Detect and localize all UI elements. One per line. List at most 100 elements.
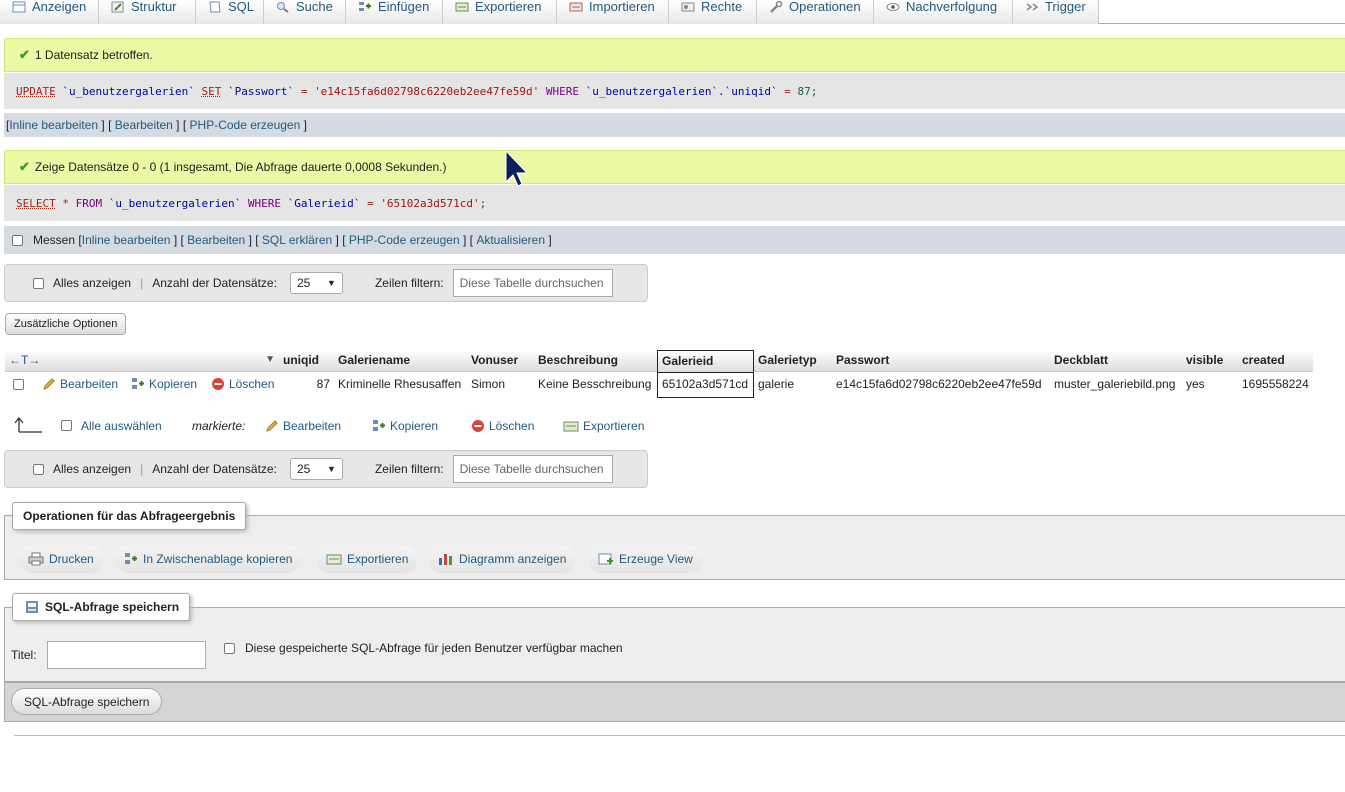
chevron-down-icon: ▼ [327, 464, 336, 474]
column-header[interactable]: Galerietyp [754, 350, 832, 372]
show-all-checkbox[interactable] [33, 277, 44, 289]
save-bookmark-button[interactable]: SQL-Abfrage speichern [11, 688, 163, 715]
tab-sql[interactable]: SQL [196, 0, 264, 24]
bulk-export-button[interactable]: Exportieren [563, 419, 644, 433]
insert-icon [359, 2, 371, 11]
column-header[interactable]: Galeriename [334, 350, 467, 372]
sql-string: '65102a3d571cd' [380, 196, 480, 210]
sql-keyword[interactable]: UPDATE [16, 85, 56, 98]
select-all-checkbox[interactable] [61, 420, 72, 431]
success-message: ✔ Zeige Datensätze 0 - 0 (1 insgesamt, D… [4, 150, 1345, 184]
tab-operations[interactable]: Operationen [757, 0, 874, 24]
rows-per-page-select[interactable]: 25 ▼ [289, 272, 343, 294]
php-code-link[interactable]: PHP-Code erzeugen [190, 118, 301, 132]
show-all-checkbox[interactable] [33, 463, 44, 475]
inline-edit-link[interactable]: Inline bearbeiten [9, 118, 98, 132]
sql-operator: * [62, 196, 69, 210]
mouse-cursor-icon [505, 150, 529, 187]
extra-options-button[interactable]: Zusätzliche Optionen [5, 313, 127, 335]
chart-icon [439, 554, 452, 565]
tab-structure[interactable]: Struktur [99, 0, 196, 24]
bookmark-title-input[interactable] [47, 641, 206, 669]
tab-privileges[interactable]: Rechte [669, 0, 757, 24]
arrow-ltr-icon [14, 416, 42, 433]
edit-link[interactable]: Bearbeiten [187, 233, 245, 247]
bookmark-share-checkbox[interactable] [224, 643, 235, 654]
column-header[interactable]: Galerieid [657, 350, 754, 372]
cell-passwort[interactable]: e14c15fa6d02798c6220eb2ee47fe59d [836, 377, 1042, 391]
cell-galerieid[interactable]: 65102a3d571cd [657, 372, 754, 398]
pencil-icon [266, 420, 278, 432]
tab-browse[interactable]: Anzeigen [0, 0, 99, 24]
cell-created[interactable]: 1695558224 [1242, 377, 1309, 391]
chevron-down-icon: ▼ [327, 278, 336, 288]
column-header[interactable]: created [1238, 350, 1313, 372]
sql-keyword[interactable]: SET [201, 85, 221, 98]
column-arrows[interactable]: ←T→ ▼ [5, 350, 279, 372]
display-chart-button[interactable]: Diagramm anzeigen [428, 545, 577, 573]
cell-galerietyp[interactable]: galerie [758, 377, 794, 391]
bulk-copy-button[interactable]: Kopieren [372, 419, 438, 433]
column-header[interactable]: uniqid [279, 350, 334, 372]
bulk-delete-button[interactable]: Löschen [471, 419, 534, 433]
tab-insert[interactable]: Einfügen [346, 0, 443, 24]
sql-operator: = [300, 84, 308, 98]
tab-search[interactable]: Suche [264, 0, 346, 24]
measure-checkbox[interactable] [12, 234, 23, 246]
edit-link[interactable]: Bearbeiten [115, 118, 173, 132]
query-operations-legend: Operationen für das Abfrageergebnis [12, 502, 247, 530]
tab-import[interactable]: Importieren [557, 0, 669, 24]
cell-visible[interactable]: yes [1186, 377, 1205, 391]
checkmark-icon: ✔ [19, 159, 30, 174]
tab-trigger[interactable]: Trigger [1013, 0, 1099, 24]
row-checkbox[interactable] [13, 379, 24, 390]
cell-deckblatt[interactable]: muster_galeriebild.png [1054, 377, 1175, 391]
explain-sql-link[interactable]: SQL erklären [262, 233, 332, 247]
copy-icon [132, 378, 144, 389]
inline-edit-link[interactable]: Inline bearbeiten [82, 233, 171, 247]
select-all-label[interactable]: Alle auswählen [81, 419, 162, 433]
cell-vonuser[interactable]: Simon [471, 377, 505, 391]
bookmark-title-label: Titel: [11, 648, 37, 662]
column-header[interactable]: visible [1182, 350, 1238, 372]
sql-query-display: UPDATE `u_benutzergalerien` SET `Passwor… [4, 73, 1345, 109]
sort-dropdown-icon[interactable]: ▼ [265, 354, 275, 365]
row-copy-link[interactable]: Kopieren [131, 377, 197, 391]
sql-icon [209, 1, 221, 13]
sql-keyword: FROM [75, 196, 103, 210]
row-edit-link[interactable]: Bearbeiten [42, 377, 118, 391]
cell-galeriename[interactable]: Kriminelle Rhesusaffen [338, 377, 461, 391]
sql-keyword[interactable]: SELECT [16, 197, 56, 210]
create-view-button[interactable]: Erzeuge View [588, 545, 703, 573]
refresh-link[interactable]: Aktualisieren [476, 233, 545, 247]
column-header[interactable]: Beschreibung [534, 350, 657, 372]
query-links: [ Inline bearbeiten ] [ Bearbeiten ] [ P… [4, 113, 1345, 137]
tab-tracking[interactable]: Nachverfolgung [874, 0, 1013, 24]
tab-export[interactable]: Exportieren [443, 0, 557, 24]
filter-rows-input[interactable]: Diese Tabelle durchsuchen [452, 269, 613, 297]
sql-string: 'e14c15fa6d02798c6220eb2ee47fe59d' [314, 84, 540, 98]
bookmark-icon [26, 601, 38, 613]
sql-keyword: WHERE [545, 84, 579, 98]
tab-bar: Anzeigen Struktur SQL Suche Einfügen Exp… [0, 0, 1345, 24]
rows-per-page-select[interactable]: 25 ▼ [289, 458, 343, 480]
cell-beschreibung[interactable]: Keine Besschreibung [538, 377, 651, 391]
column-header[interactable]: Passwort [832, 350, 1050, 372]
marked-label: markierte: [192, 419, 246, 433]
column-header[interactable]: Vonuser [467, 350, 534, 372]
copy-clipboard-button[interactable]: In Zwischenablage kopieren [114, 545, 303, 573]
cell-uniqid[interactable]: 87 [279, 377, 330, 391]
row-delete-link[interactable]: Löschen [211, 377, 274, 391]
column-header[interactable]: Deckblatt [1050, 350, 1182, 372]
printer-icon [28, 552, 44, 566]
delete-icon [472, 420, 484, 432]
php-code-link[interactable]: PHP-Code erzeugen [349, 233, 460, 247]
filter-rows-input[interactable]: Diese Tabelle durchsuchen [452, 455, 613, 483]
import-icon [569, 2, 583, 12]
print-button[interactable]: Drucken [18, 545, 104, 573]
copy-icon [125, 553, 137, 564]
bulk-edit-button[interactable]: Bearbeiten [265, 419, 341, 433]
wrench-icon [770, 1, 783, 13]
export-results-button[interactable]: Exportieren [316, 545, 419, 573]
sql-column: `Passwort` [227, 84, 295, 98]
